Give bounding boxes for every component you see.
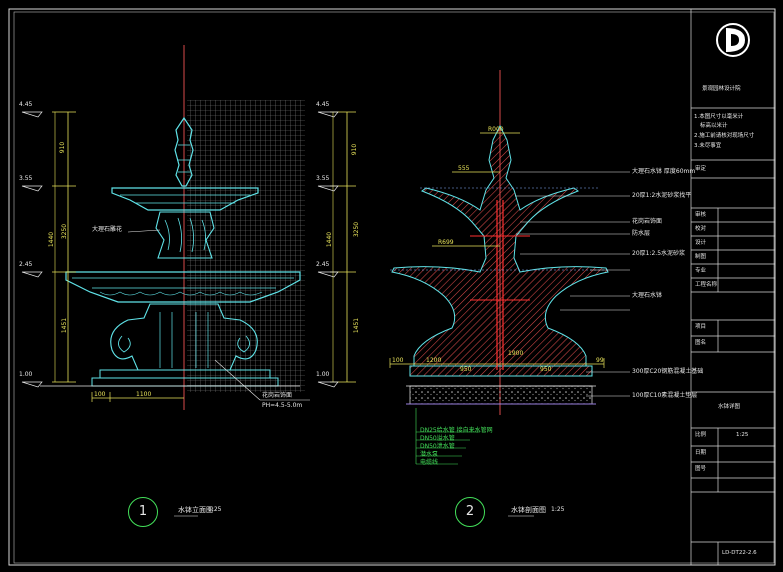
tb-row-label: 制图	[695, 254, 707, 260]
width-dim: 1900	[508, 350, 524, 357]
width-dim: 1100	[136, 391, 152, 398]
width-dim: 1200	[426, 357, 442, 364]
note-label: 100厚C10素混凝土垫层	[632, 392, 698, 399]
height-dim: 1440	[48, 231, 56, 248]
pipe-note: DN25给水管 接自来水管网	[420, 427, 493, 434]
tb-row-label: 设计	[695, 240, 707, 246]
tb-row-label: 专业	[695, 268, 707, 274]
note-label: 20厚1:2水泥砂浆找平	[632, 192, 692, 199]
elevation-label: 3.55	[316, 175, 330, 182]
width-dim: 950	[540, 366, 552, 373]
tb-row-label: 审定	[695, 166, 707, 172]
height-dim: 910	[351, 143, 359, 156]
radius-dim: 555	[458, 165, 470, 172]
view-number-badge: 1	[128, 497, 158, 527]
tb-scale-value: 1:25	[736, 432, 749, 438]
pipe-note: 电缆线	[420, 459, 439, 466]
view-scale: 1:25	[208, 506, 222, 513]
view2-section	[317, 70, 630, 465]
tb-row-label: 项目	[695, 324, 707, 330]
note-label: 大理石雕花	[92, 226, 123, 233]
width-dim: 100	[392, 357, 404, 364]
pipe-note: DN50溢水管	[420, 435, 455, 442]
elevation-label-top: 4.45	[19, 101, 33, 108]
tb-row-label: 图名	[695, 340, 707, 346]
radius-dim: R000	[488, 126, 504, 133]
height-dim: 1440	[326, 231, 334, 248]
height-dim: 3250	[61, 223, 69, 240]
pipe-note: 潜水泵	[420, 451, 439, 458]
note-label: 300厚C20钢筋混凝土基础	[632, 368, 704, 375]
note-label: 大理石水钵 厚度60mm	[632, 168, 696, 175]
width-dim: 100	[94, 391, 106, 398]
header-note: 1.本图尺寸以毫米计	[694, 114, 744, 120]
note-label: 防水层	[632, 230, 651, 237]
height-dim: 910	[59, 141, 67, 154]
elevation-label: 2.45	[19, 261, 33, 268]
view-title: 水钵剖面图	[511, 506, 546, 514]
width-dim: 99	[596, 357, 604, 364]
view-scale: 1:25	[551, 506, 565, 513]
inner-frame	[13, 11, 775, 564]
tb-row-label: 校对	[695, 226, 707, 232]
cad-drawing	[8, 8, 776, 566]
elevation-label-bottom: 1.00	[316, 371, 330, 378]
tb-row-label: 日期	[695, 450, 707, 456]
elevation-label: 3.55	[19, 175, 33, 182]
header-note: 3.未尽事宜	[694, 143, 722, 149]
company-name: 景观园林设计院	[702, 86, 741, 92]
header-note: 标高以米计	[700, 123, 728, 129]
view-number-badge: 2	[455, 497, 485, 527]
elevation-label: 2.45	[316, 261, 330, 268]
note-label: 大理石水钵	[632, 292, 663, 299]
note-label: 花岗岩饰面	[262, 392, 293, 399]
drawing-number: LD-DT22-2.6	[722, 550, 757, 556]
tb-row-label: 比例	[695, 432, 707, 438]
note-label: 20厚1:2.5水泥砂浆	[632, 250, 686, 257]
height-dim: 1451	[61, 317, 69, 334]
company-logo-icon	[716, 23, 750, 57]
elevation-label-top: 4.45	[316, 101, 330, 108]
elevation-label-bottom: 1.00	[19, 371, 33, 378]
drawing-frame	[8, 8, 776, 566]
drawing-name: 水钵详图	[718, 404, 741, 410]
note-label: PH=4.5-5.0m	[262, 402, 303, 409]
tb-row-label: 图号	[695, 466, 707, 472]
tb-row-label: 工程名称	[695, 282, 718, 288]
tb-row-label: 审核	[695, 212, 707, 218]
height-dim: 1451	[353, 317, 361, 334]
note-label: 花岗岩饰面	[632, 218, 663, 225]
radius-dim: R699	[438, 239, 454, 246]
header-note: 2.施工前请核对现场尺寸	[694, 133, 755, 139]
pipe-note: DN50泄水管	[420, 443, 455, 450]
width-dim: 950	[460, 366, 472, 373]
height-dim: 3250	[353, 221, 361, 238]
